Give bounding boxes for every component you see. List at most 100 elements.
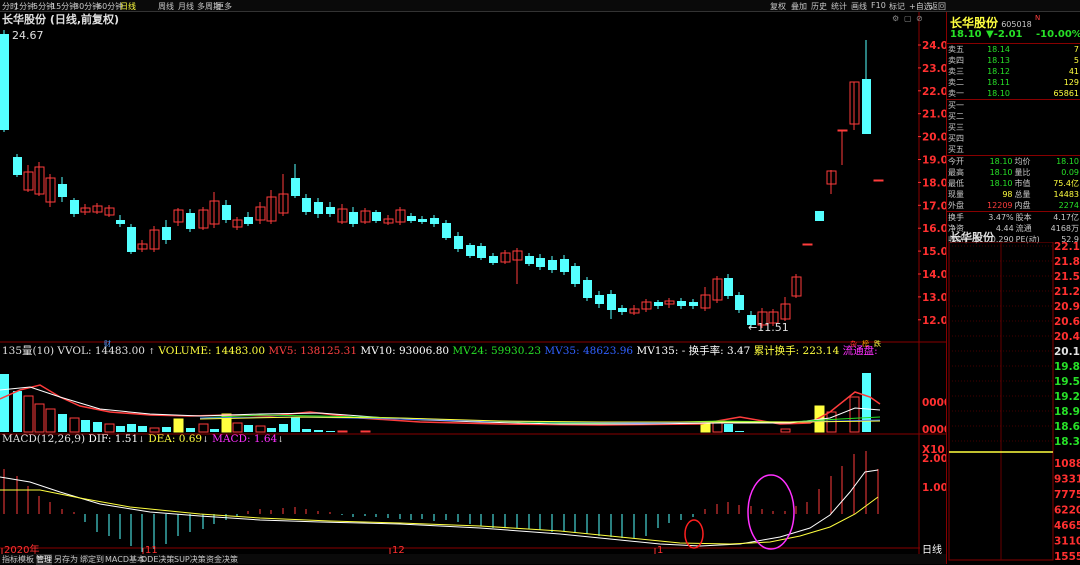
last-price: 18.10: [950, 29, 982, 40]
candle-5: [58, 184, 67, 197]
volume-bar-22: [255, 425, 266, 433]
period-tab-10[interactable]: 更多: [216, 1, 232, 12]
svg-text:2.00: 2.00: [922, 453, 946, 465]
order-book: 卖五 18.14 7 卖四 18.13 5 卖三 18.12 41 卖二 18.11 129 卖一 18.…: [947, 43, 1080, 245]
svg-text:13.00: 13.00: [922, 292, 946, 304]
svg-text:17.00: 17.00: [922, 200, 946, 212]
svg-text:19.00: 19.00: [922, 155, 946, 167]
toolbar-button-4[interactable]: 画线: [851, 1, 867, 12]
toolbar-button-2[interactable]: 历史: [811, 1, 827, 12]
bid-row-4: 买五: [948, 145, 964, 154]
toolbar-button-3[interactable]: 统计: [831, 1, 847, 12]
chart-window-icon-1[interactable]: ▢: [904, 14, 912, 23]
toolbar-button-6[interactable]: 标记: [889, 1, 905, 12]
mini-price-tick-9: 19.54: [1054, 376, 1080, 388]
svg-text:14.00: 14.00: [922, 269, 946, 281]
svg-text:22.00: 22.00: [922, 86, 946, 98]
period-tab-1[interactable]: 1分钟: [14, 1, 35, 12]
toolbar-button-1[interactable]: 叠加: [791, 1, 807, 12]
period-tab-8[interactable]: 月线: [178, 1, 194, 12]
candle-49: [571, 266, 580, 284]
candle-27: [314, 202, 323, 214]
volume-bar-16: [186, 428, 195, 432]
bid-row-0: 买一: [948, 101, 964, 110]
candle-0: [0, 34, 9, 130]
volume-bar-62: [724, 424, 733, 432]
period-tab-6[interactable]: 日线: [120, 1, 136, 12]
indicator-tab-1[interactable]: 模板: [18, 554, 34, 565]
toolbar-button-5[interactable]: F10: [871, 1, 886, 10]
chart-window-icon-2[interactable]: ⊘: [916, 14, 923, 23]
volume-bar-5: [58, 414, 67, 432]
volume-bar-9: [104, 423, 115, 433]
svg-text:12: 12: [392, 545, 405, 554]
indicator-tab-0[interactable]: 指标: [2, 554, 18, 565]
candle-11: [127, 227, 136, 252]
indicator-tab-5[interactable]: MACD基本: [105, 554, 145, 565]
quote-panel: 长华股份 605018 N 18.10 ▼-2.01 -10.00% 卖五 18.…: [946, 12, 1080, 564]
indicator-tab-8[interactable]: 资金决策: [206, 554, 238, 565]
svg-text:0000: 0000: [922, 424, 946, 436]
chart-title: 长华股份 (日线,前复权): [2, 12, 119, 26]
indicator-tab-2[interactable]: 管理: [36, 554, 52, 565]
period-label: 日线: [922, 543, 942, 554]
candle-26: [302, 198, 311, 212]
mini-price-tick-4: 20.97: [1054, 301, 1080, 313]
stock-name: 长华股份: [950, 16, 999, 30]
indicator-tab-4[interactable]: 绑定到: [80, 554, 104, 565]
mini-price-tick-2: 21.55: [1054, 271, 1080, 283]
candle-56: [654, 302, 663, 306]
toolbar-button-0[interactable]: 复权: [770, 1, 786, 12]
volume-bar-31: [360, 430, 371, 433]
volume-bar-12: [138, 426, 147, 432]
candle-51: [595, 295, 604, 304]
volume-bar-2: [23, 395, 34, 433]
ask-row-3: 卖二 18.11 129: [948, 78, 1079, 87]
dea-line: [0, 489, 879, 545]
candle-47: [548, 260, 557, 270]
indicator-tab-6[interactable]: DDE决策: [141, 554, 174, 565]
kline-chart[interactable]: 长华股份 (日线,前复权) 财杂榜跌 24.67 ←11.51 24.00 23.…: [0, 12, 946, 554]
toolbar-button-7[interactable]: +自选: [909, 1, 932, 12]
candle-63: [735, 295, 744, 310]
chart-window-icon-0[interactable]: ⚙: [892, 14, 899, 23]
mini-price-tick-13: 18.39: [1054, 436, 1080, 448]
candle-30: [349, 212, 358, 224]
mini-vol-tick-5: 3110: [1054, 536, 1080, 548]
mini-price-tick-6: 20.40: [1054, 331, 1080, 343]
ask-row-0: 卖五 18.14 7: [948, 45, 1079, 54]
mv135-line: [199, 416, 881, 423]
volume-bar-25: [291, 417, 300, 432]
candle-62: [724, 278, 733, 296]
macd-histogram: [0, 451, 879, 552]
mini-vol-tick-3: 6220: [1054, 505, 1080, 517]
macd-magenta-circle: [747, 474, 795, 550]
svg-text:11: 11: [145, 545, 158, 554]
mini-price-tick-5: 20.68: [1054, 316, 1080, 328]
candle-69: [802, 243, 813, 246]
candle-10: [116, 220, 125, 224]
candle-41: [477, 246, 486, 258]
indicator-tab-bar: 指标 模板 管理 另存为 绑定到 MACD基本 DDE决策 SUP决策 资金决策: [0, 554, 946, 565]
candle-53: [618, 308, 627, 312]
stat-row-1: 最高 18.10 量比 0.09: [948, 168, 1079, 177]
toolbar-button-8[interactable]: 返回: [930, 1, 946, 12]
candle-45: [525, 256, 534, 264]
volume-bar-28: [326, 431, 335, 432]
candle-6: [70, 200, 79, 214]
mini-price-tick-10: 19.25: [1054, 391, 1080, 403]
stat-row-0: 今开 18.10 均价 18.10: [948, 157, 1079, 166]
svg-text:24.00: 24.00: [922, 40, 946, 52]
low-label: ←11.51: [748, 321, 789, 334]
indicator-tab-7[interactable]: SUP决策: [174, 554, 206, 565]
candle-52: [607, 294, 616, 310]
candle-75: [873, 179, 884, 182]
volume-bar-29: [337, 430, 348, 433]
candle-58: [677, 301, 686, 306]
period-tab-7[interactable]: 周线: [158, 1, 174, 12]
indicator-tab-3[interactable]: 另存为: [54, 554, 78, 565]
price-axis: 24.00 23.00 22.00 21.00 20.00 19.00 18.00 17.00…: [918, 40, 946, 494]
volume-bar-8: [93, 422, 102, 432]
candle-42: [489, 256, 498, 263]
mini-price-tick-8: 19.82: [1054, 361, 1080, 373]
